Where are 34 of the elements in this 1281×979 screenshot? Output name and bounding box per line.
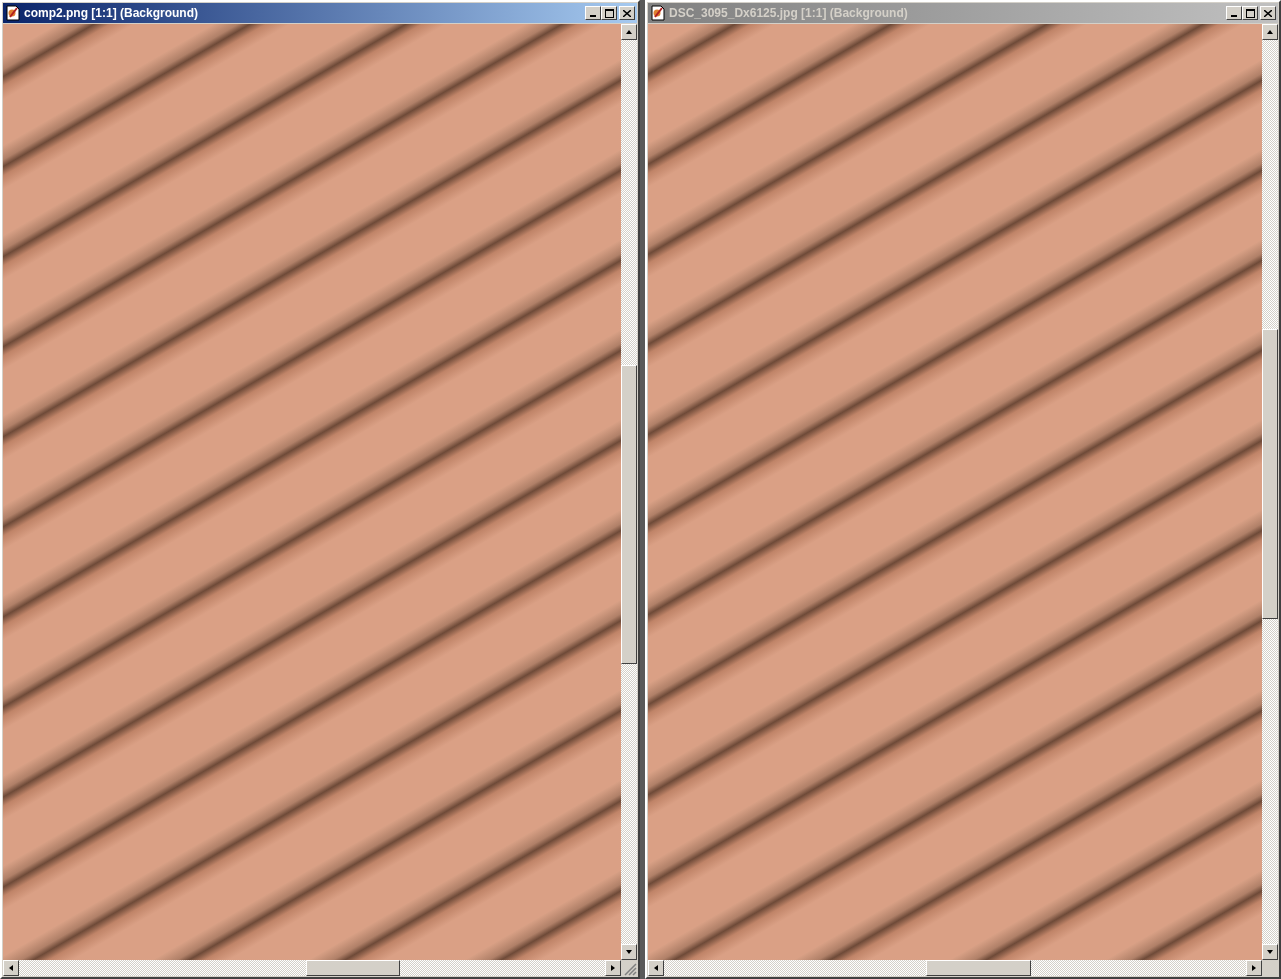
scrollbar-thumb[interactable] — [621, 365, 637, 664]
scroll-up-button[interactable] — [621, 24, 637, 40]
left-arrow-icon — [653, 964, 659, 972]
scrollbar-thumb[interactable] — [1262, 329, 1278, 619]
close-button[interactable] — [1260, 6, 1276, 20]
minimize-button[interactable] — [1226, 6, 1242, 20]
close-button[interactable] — [619, 6, 635, 20]
scrollbar-thumb[interactable] — [306, 960, 400, 976]
up-arrow-icon — [1266, 29, 1274, 35]
maximize-button[interactable] — [1242, 6, 1258, 20]
scrollbar-thumb[interactable] — [925, 960, 1031, 976]
scroll-up-button[interactable] — [1262, 24, 1278, 40]
image-file-icon — [6, 5, 20, 21]
up-arrow-icon — [625, 29, 633, 35]
image-file-icon — [651, 5, 665, 21]
scroll-right-button[interactable] — [605, 960, 621, 976]
left-arrow-icon — [8, 964, 14, 972]
scroll-left-button[interactable] — [648, 960, 664, 976]
down-arrow-icon — [625, 949, 633, 955]
window-title: comp2.png [1:1] (Background) — [24, 6, 199, 20]
window-title: DSC_3095_Dx6125.jpg [1:1] (Background) — [669, 6, 909, 20]
maximize-icon — [604, 8, 614, 18]
scroll-down-button[interactable] — [621, 944, 637, 960]
right-arrow-icon — [1251, 964, 1257, 972]
minimize-button[interactable] — [585, 6, 601, 20]
maximize-icon — [1245, 8, 1255, 18]
scroll-right-button[interactable] — [1246, 960, 1262, 976]
close-icon — [623, 9, 631, 17]
right-arrow-icon — [610, 964, 616, 972]
down-arrow-icon — [1266, 949, 1274, 955]
scroll-down-button[interactable] — [1262, 944, 1278, 960]
close-icon — [1264, 9, 1272, 17]
scroll-left-button[interactable] — [3, 960, 19, 976]
maximize-button[interactable] — [601, 6, 617, 20]
